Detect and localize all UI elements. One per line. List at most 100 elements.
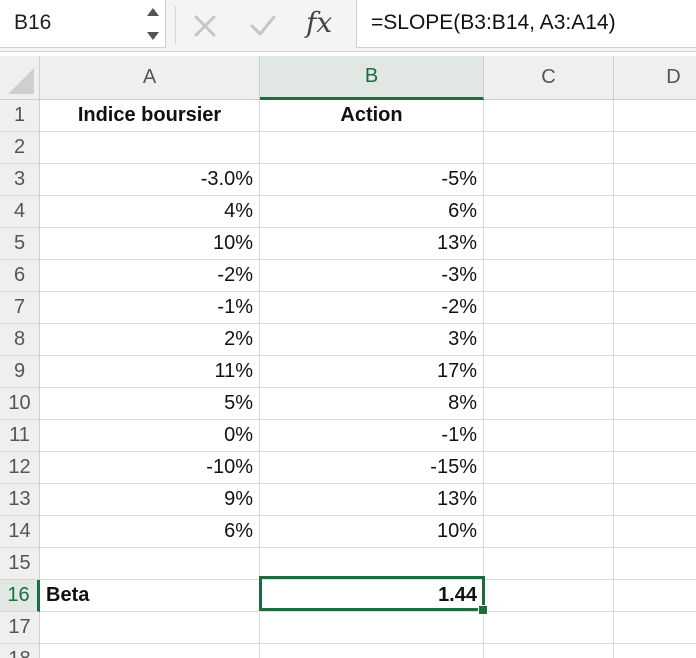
- cell-b5[interactable]: 13%: [260, 228, 484, 260]
- cell-c17[interactable]: [484, 612, 614, 644]
- cell-b3[interactable]: -5%: [260, 164, 484, 196]
- cell-c2[interactable]: [484, 132, 614, 164]
- cell-b11[interactable]: -1%: [260, 420, 484, 452]
- cell-d17[interactable]: [614, 612, 696, 644]
- cell-c10[interactable]: [484, 388, 614, 420]
- cell-b10[interactable]: 8%: [260, 388, 484, 420]
- cell-d7[interactable]: [614, 292, 696, 324]
- cell-c7[interactable]: [484, 292, 614, 324]
- cell-b2[interactable]: [260, 132, 484, 164]
- cell-d6[interactable]: [614, 260, 696, 292]
- cell-a9[interactable]: 11%: [40, 356, 260, 388]
- cell-c14[interactable]: [484, 516, 614, 548]
- row-header-5[interactable]: 5: [0, 228, 40, 260]
- cell-a5[interactable]: 10%: [40, 228, 260, 260]
- cell-b1[interactable]: Action: [260, 100, 484, 132]
- cell-d12[interactable]: [614, 452, 696, 484]
- formula-input[interactable]: =SLOPE(B3:B14, A3:A14): [356, 0, 696, 48]
- cell-b18[interactable]: [260, 644, 484, 658]
- cell-d14[interactable]: [614, 516, 696, 548]
- cell-c18[interactable]: [484, 644, 614, 658]
- row-header-4[interactable]: 4: [0, 196, 40, 228]
- cell-a12[interactable]: -10%: [40, 452, 260, 484]
- cell-c4[interactable]: [484, 196, 614, 228]
- row-header-11[interactable]: 11: [0, 420, 40, 452]
- cell-c3[interactable]: [484, 164, 614, 196]
- cell-c11[interactable]: [484, 420, 614, 452]
- row-header-6[interactable]: 6: [0, 260, 40, 292]
- cell-b13[interactable]: 13%: [260, 484, 484, 516]
- cell-d4[interactable]: [614, 196, 696, 228]
- row-header-13[interactable]: 13: [0, 484, 40, 516]
- row-header-10[interactable]: 10: [0, 388, 40, 420]
- cell-a15[interactable]: [40, 548, 260, 580]
- cell-d1[interactable]: [614, 100, 696, 132]
- cell-c12[interactable]: [484, 452, 614, 484]
- cell-d11[interactable]: [614, 420, 696, 452]
- cell-a3[interactable]: -3.0%: [40, 164, 260, 196]
- column-header-b[interactable]: B: [260, 56, 484, 100]
- cell-b16[interactable]: 1.44: [260, 580, 484, 612]
- cell-c13[interactable]: [484, 484, 614, 516]
- cell-a16[interactable]: Beta: [40, 580, 260, 612]
- cell-a11[interactable]: 0%: [40, 420, 260, 452]
- cell-b14[interactable]: 10%: [260, 516, 484, 548]
- row-header-14[interactable]: 14: [0, 516, 40, 548]
- cell-a13[interactable]: 9%: [40, 484, 260, 516]
- cell-d18[interactable]: [614, 644, 696, 658]
- cell-a10[interactable]: 5%: [40, 388, 260, 420]
- row-header-3[interactable]: 3: [0, 164, 40, 196]
- cell-c9[interactable]: [484, 356, 614, 388]
- row-header-9[interactable]: 9: [0, 356, 40, 388]
- cell-d9[interactable]: [614, 356, 696, 388]
- insert-function-button[interactable]: fx: [306, 6, 332, 39]
- cell-b8[interactable]: 3%: [260, 324, 484, 356]
- cell-a14[interactable]: 6%: [40, 516, 260, 548]
- cell-c8[interactable]: [484, 324, 614, 356]
- cell-d16[interactable]: [614, 580, 696, 612]
- cell-b15[interactable]: [260, 548, 484, 580]
- cell-b4[interactable]: 6%: [260, 196, 484, 228]
- name-box[interactable]: B16: [0, 0, 166, 48]
- cell-c15[interactable]: [484, 548, 614, 580]
- column-header-a[interactable]: A: [40, 56, 260, 100]
- cell-b12[interactable]: -15%: [260, 452, 484, 484]
- stepper-icon[interactable]: [144, 4, 162, 44]
- row-header-15[interactable]: 15: [0, 548, 40, 580]
- cell-d10[interactable]: [614, 388, 696, 420]
- row-header-8[interactable]: 8: [0, 324, 40, 356]
- cell-c1[interactable]: [484, 100, 614, 132]
- cell-d3[interactable]: [614, 164, 696, 196]
- row-header-16[interactable]: 16: [0, 580, 40, 612]
- row-header-18[interactable]: 18: [0, 644, 40, 658]
- cell-a4[interactable]: 4%: [40, 196, 260, 228]
- cell-b7[interactable]: -2%: [260, 292, 484, 324]
- select-all-corner[interactable]: [0, 56, 40, 100]
- cell-a2[interactable]: [40, 132, 260, 164]
- cell-b6[interactable]: -3%: [260, 260, 484, 292]
- row-header-12[interactable]: 12: [0, 452, 40, 484]
- checkmark-icon[interactable]: [246, 9, 280, 43]
- cell-b17[interactable]: [260, 612, 484, 644]
- cell-d15[interactable]: [614, 548, 696, 580]
- row-header-2[interactable]: 2: [0, 132, 40, 164]
- cell-a18[interactable]: [40, 644, 260, 658]
- cell-d5[interactable]: [614, 228, 696, 260]
- cell-b9[interactable]: 17%: [260, 356, 484, 388]
- cell-a1[interactable]: Indice boursier: [40, 100, 260, 132]
- cell-c5[interactable]: [484, 228, 614, 260]
- fill-handle[interactable]: [478, 605, 488, 615]
- row-header-7[interactable]: 7: [0, 292, 40, 324]
- cell-d8[interactable]: [614, 324, 696, 356]
- cell-a7[interactable]: -1%: [40, 292, 260, 324]
- cell-d2[interactable]: [614, 132, 696, 164]
- x-icon[interactable]: [188, 9, 222, 43]
- row-header-1[interactable]: 1: [0, 100, 40, 132]
- column-header-d[interactable]: D: [614, 56, 696, 100]
- row-header-17[interactable]: 17: [0, 612, 40, 644]
- cell-a6[interactable]: -2%: [40, 260, 260, 292]
- cell-a17[interactable]: [40, 612, 260, 644]
- cell-d13[interactable]: [614, 484, 696, 516]
- cell-a8[interactable]: 2%: [40, 324, 260, 356]
- cell-c6[interactable]: [484, 260, 614, 292]
